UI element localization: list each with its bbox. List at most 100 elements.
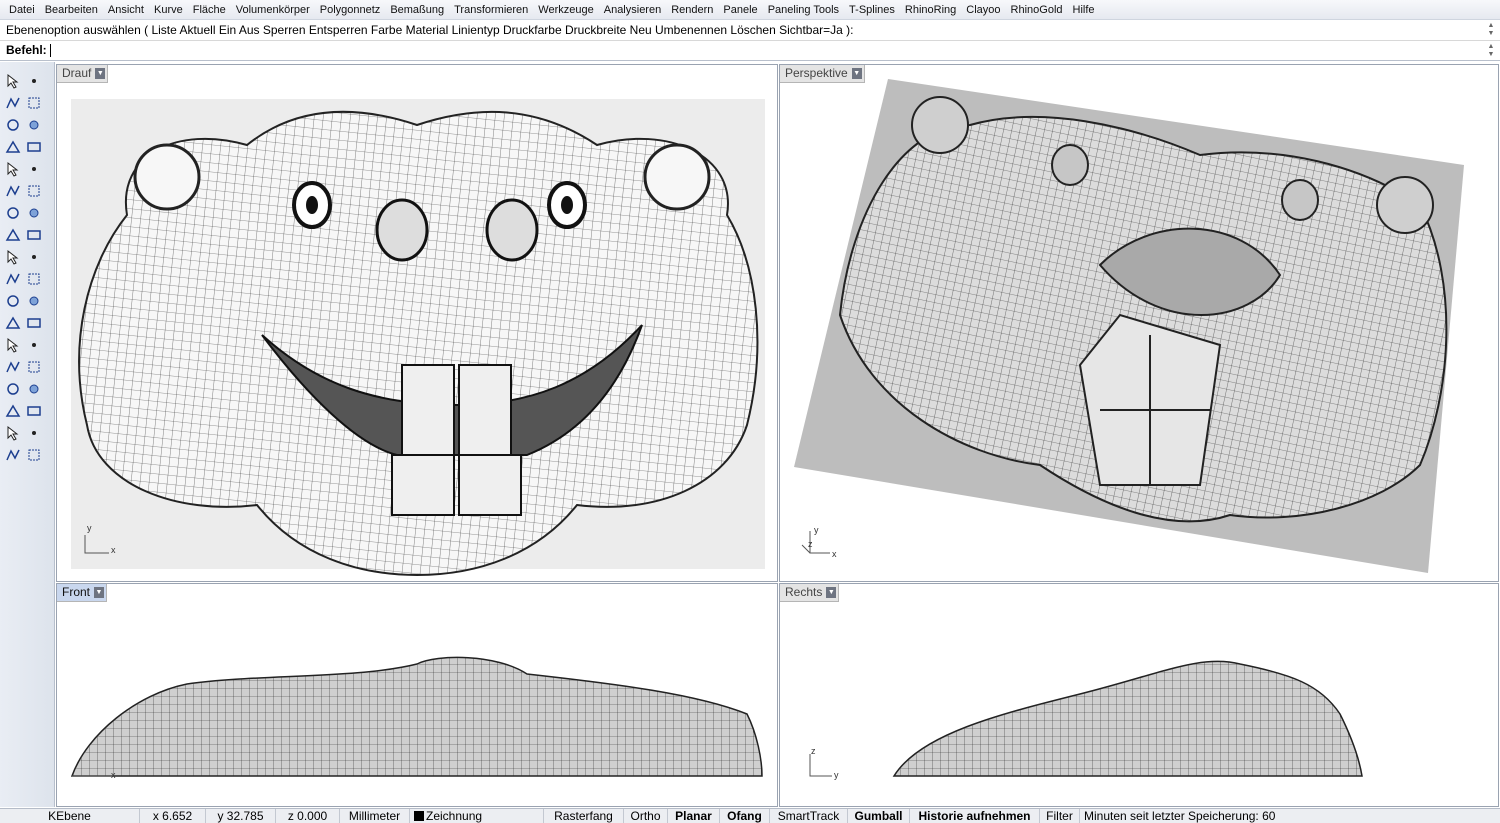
viewport-top[interactable]: Drauf ▼ y x [56,64,778,582]
ruler-icon[interactable] [25,380,43,398]
status-current-layer[interactable]: Zeichnung [410,809,544,823]
status-gumball-toggle[interactable]: Gumball [848,809,910,823]
viewport-menu-dropdown-icon[interactable]: ▼ [851,68,862,79]
menu-item[interactable]: Hilfe [1068,0,1100,20]
viewport-perspective[interactable]: Perspektive ▼ y z x [779,64,1499,582]
menu-item[interactable]: Clayoo [961,0,1005,20]
perspective-view-model [794,79,1464,573]
status-filter-button[interactable]: Filter [1040,809,1080,823]
menu-item[interactable]: RhinoRing [900,0,961,20]
axis-label-y: y [87,523,92,533]
gear-star-icon[interactable] [4,248,22,266]
shield-icon[interactable] [25,182,43,200]
viewport-tab-perspective[interactable]: Perspektive ▼ [780,65,865,83]
box-edit-icon[interactable] [4,182,22,200]
viewport-menu-dropdown-icon[interactable]: ▼ [94,587,105,598]
status-coord-x: x 6.652 [140,809,206,823]
fill-icon[interactable] [4,292,22,310]
ellipse-icon[interactable] [4,160,22,178]
axis-label-y: y [834,770,839,780]
status-history-toggle[interactable]: Historie aufnehmen [910,809,1040,823]
extrude-icon[interactable] [25,270,43,288]
viewport-tab-front[interactable]: Front ▼ [57,584,108,602]
bubbles-icon[interactable] [25,292,43,310]
grid-4-icon[interactable] [4,358,22,376]
viewport-menu-dropdown-icon[interactable]: ▼ [826,587,837,598]
status-current-layer-label: Zeichnung [426,809,483,823]
checkmark-icon[interactable] [25,424,43,442]
triangle-icon[interactable] [4,138,22,156]
status-snap-grid-toggle[interactable]: Rasterfang [544,809,624,823]
rectangle-icon[interactable] [25,138,43,156]
rotate-arrow-icon[interactable] [25,314,43,332]
status-layer-name[interactable]: KEbene [0,809,140,823]
menu-item[interactable]: Polygonnetz [315,0,386,20]
menu-item[interactable]: Bemaßung [385,0,449,20]
array-icon[interactable] [4,402,22,420]
stack-icon[interactable] [25,402,43,420]
render-icon[interactable] [25,446,43,464]
axis-label-x: x [111,770,116,780]
book-icon[interactable] [4,424,22,442]
cube-icon[interactable] [4,380,22,398]
menu-item[interactable]: Rendern [666,0,718,20]
move-point-icon[interactable] [25,116,43,134]
menu-item[interactable]: Transformieren [449,0,533,20]
circle-icon[interactable] [4,116,22,134]
command-scroll-arrows-icon[interactable]: ▲ ▼ [1486,43,1496,59]
status-coord-z: z 0.000 [276,809,340,823]
menu-item[interactable]: Datei [4,0,40,20]
text-icon[interactable] [4,336,22,354]
command-caret [49,44,51,57]
menu-item[interactable]: Fläche [188,0,231,20]
menu-item[interactable]: Analysieren [599,0,666,20]
status-unit: Millimeter [340,809,410,823]
solid-box-icon[interactable] [4,204,22,222]
top-view-model [71,99,765,577]
history-scroll-arrows-icon[interactable]: ▲ ▼ [1486,22,1496,38]
viewport-front[interactable]: Front ▼ x [56,583,778,807]
status-smarttrack-toggle[interactable]: SmartTrack [770,809,848,823]
network-icon[interactable] [4,270,22,288]
menu-item[interactable]: RhinoGold [1006,0,1068,20]
select-arrow-icon[interactable] [4,72,22,90]
menu-item[interactable]: Paneling Tools [763,0,844,20]
viewport-menu-dropdown-icon[interactable]: ▼ [95,68,106,79]
status-osnap-toggle[interactable]: Ofang [720,809,770,823]
point-icon[interactable] [25,72,43,90]
viewport-title-perspective: Perspektive [785,66,848,80]
status-bar: KEbene x 6.652 y 32.785 z 0.000 Millimet… [0,808,1500,823]
polyline-icon[interactable] [4,94,22,112]
status-coord-y: y 32.785 [206,809,276,823]
status-planar-toggle[interactable]: Planar [668,809,720,823]
command-history: Ebenenoption auswählen ( Liste Aktuell E… [0,20,1500,41]
status-ortho-toggle[interactable]: Ortho [624,809,668,823]
cylinder-icon[interactable] [4,226,22,244]
tag-icon[interactable] [25,358,43,376]
viewport-tab-right[interactable]: Rechts ▼ [780,584,840,602]
menu-item[interactable]: Ansicht [103,0,149,20]
curve-icon[interactable] [25,160,43,178]
axis-label-z: z [808,539,813,549]
rotate-icon[interactable] [4,314,22,332]
menu-item[interactable]: T-Splines [844,0,900,20]
rectangle-select-icon[interactable] [25,94,43,112]
status-save-info: Minuten seit letzter Speicherung: 60 [1084,809,1276,823]
surface-icon[interactable] [25,226,43,244]
command-line[interactable]: Befehl: ▲ ▼ [0,41,1500,61]
command-prompt-label: Befehl: [6,43,47,57]
viewport-tab-top[interactable]: Drauf ▼ [57,65,109,83]
blend-icon[interactable] [25,204,43,222]
menu-item[interactable]: Kurve [149,0,188,20]
lock-icon[interactable] [4,446,22,464]
flare-icon[interactable] [25,248,43,266]
viewport-right[interactable]: Rechts ▼ z y [779,583,1499,807]
viewport-title-right: Rechts [785,585,823,599]
menu-item[interactable]: Volumenkörper [231,0,315,20]
dim-icon[interactable] [25,336,43,354]
command-history-text: Ebenenoption auswählen ( Liste Aktuell E… [6,23,854,37]
menu-item[interactable]: Bearbeiten [40,0,103,20]
front-view-model [70,656,763,777]
menu-item[interactable]: Panele [718,0,762,20]
menu-item[interactable]: Werkzeuge [533,0,598,20]
